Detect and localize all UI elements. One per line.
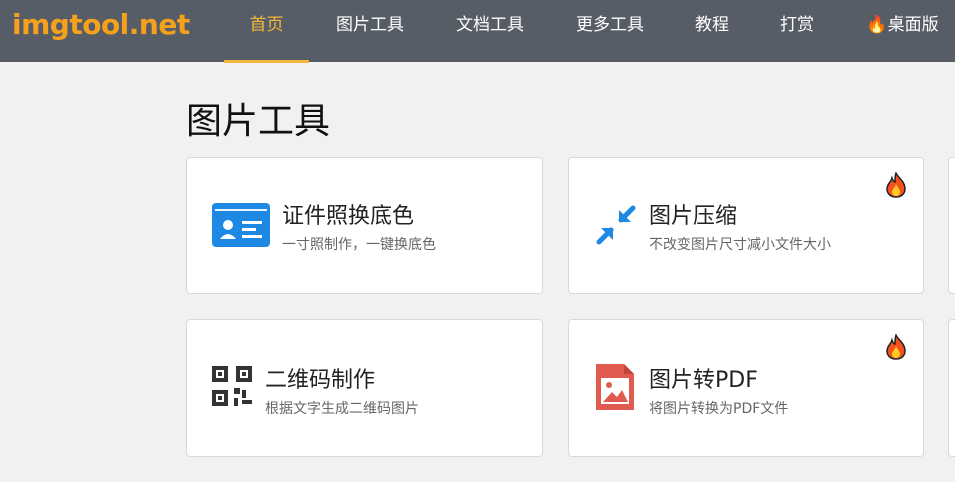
- site-logo[interactable]: imgtool.net: [12, 8, 190, 41]
- id-card-icon: [212, 203, 270, 247]
- tool-card-partial[interactable]: [948, 157, 955, 294]
- tool-card-image-compress[interactable]: 图片压缩 不改变图片尺寸减小文件大小: [568, 157, 924, 294]
- fire-icon: [886, 172, 906, 198]
- nav-tutorials[interactable]: 教程: [680, 0, 744, 62]
- top-navigation-bar: imgtool.net 首页 图片工具 文档工具 更多工具 教程 打赏 🔥桌面版: [0, 0, 955, 63]
- tool-title: 证件照换底色: [282, 204, 415, 229]
- tool-card-id-photo[interactable]: 证件照换底色 一寸照制作，一键换底色: [186, 157, 543, 294]
- tool-description: 根据文字生成二维码图片: [265, 401, 419, 417]
- image-file-icon: [596, 364, 634, 410]
- tool-card-qrcode[interactable]: 二维码制作 根据文字生成二维码图片: [186, 319, 543, 457]
- qrcode-icon: [212, 366, 252, 406]
- tool-title: 二维码制作: [265, 368, 376, 393]
- section-title: 图片工具: [186, 101, 331, 142]
- tool-card-image-to-pdf[interactable]: 图片转PDF 将图片转换为PDF文件: [568, 319, 924, 457]
- nav-more-tools[interactable]: 更多工具: [560, 0, 660, 62]
- tool-title: 图片转PDF: [649, 368, 758, 393]
- tool-description: 将图片转换为PDF文件: [649, 401, 789, 417]
- compress-arrows-icon: [596, 205, 636, 245]
- nav-image-tools[interactable]: 图片工具: [320, 0, 420, 62]
- nav-home[interactable]: 首页: [224, 0, 309, 62]
- nav-donate[interactable]: 打赏: [765, 0, 829, 62]
- nav-document-tools[interactable]: 文档工具: [440, 0, 540, 62]
- tool-description: 一寸照制作，一键换底色: [282, 237, 436, 253]
- fire-icon: [886, 334, 906, 360]
- tool-description: 不改变图片尺寸减小文件大小: [649, 237, 831, 253]
- tool-card-partial[interactable]: [948, 319, 955, 457]
- active-nav-indicator: [224, 60, 309, 63]
- tool-title: 图片压缩: [649, 204, 738, 229]
- nav-desktop-version[interactable]: 🔥桌面版: [855, 0, 950, 62]
